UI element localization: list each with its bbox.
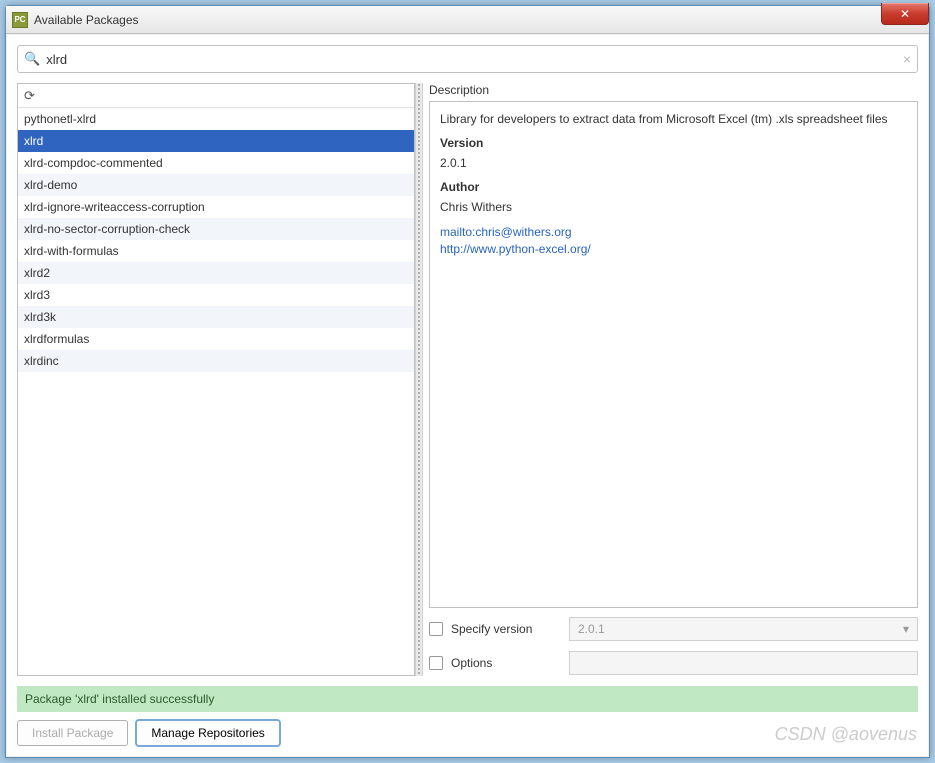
description-panel: Description Library for developers to ex…: [423, 83, 918, 676]
content-area: 🔍 × ⟳ pythonetl-xlrdxlrdxlrd-compdoc-com…: [7, 35, 928, 756]
close-icon: ✕: [900, 7, 910, 21]
main-split: ⟳ pythonetl-xlrdxlrdxlrd-compdoc-comment…: [17, 83, 918, 676]
version-select-value: 2.0.1: [578, 622, 605, 636]
button-row: Install Package Manage Repositories: [17, 720, 918, 746]
description-link[interactable]: mailto:chris@withers.org: [440, 224, 907, 241]
close-button[interactable]: ✕: [881, 3, 929, 25]
options-label: Options: [451, 656, 561, 670]
chevron-down-icon: ▾: [903, 622, 909, 636]
install-package-button[interactable]: Install Package: [17, 720, 128, 746]
list-item[interactable]: xlrd-no-sector-corruption-check: [18, 218, 414, 240]
description-summary: Library for developers to extract data f…: [440, 112, 907, 126]
links-block: mailto:chris@withers.orghttp://www.pytho…: [440, 224, 907, 258]
list-item[interactable]: xlrd3: [18, 284, 414, 306]
specify-version-checkbox[interactable]: [429, 622, 443, 636]
version-value: 2.0.1: [440, 156, 907, 170]
description-header: Description: [429, 83, 918, 97]
description-link[interactable]: http://www.python-excel.org/: [440, 241, 907, 258]
titlebar[interactable]: PC Available Packages ✕: [6, 6, 929, 34]
list-item[interactable]: xlrd3k: [18, 306, 414, 328]
refresh-icon[interactable]: ⟳: [24, 88, 35, 104]
list-item[interactable]: xlrdformulas: [18, 328, 414, 350]
author-value: Chris Withers: [440, 200, 907, 214]
options-row: Options: [429, 650, 918, 676]
package-list[interactable]: pythonetl-xlrdxlrdxlrd-compdoc-commented…: [18, 108, 414, 675]
window-title: Available Packages: [34, 13, 139, 27]
author-label: Author: [440, 180, 907, 194]
manage-repositories-button[interactable]: Manage Repositories: [136, 720, 279, 746]
search-icon: 🔍: [24, 51, 40, 67]
list-item[interactable]: xlrd2: [18, 262, 414, 284]
splitter[interactable]: [415, 83, 423, 676]
list-item[interactable]: xlrd-demo: [18, 174, 414, 196]
app-icon: PC: [12, 12, 28, 28]
search-input[interactable]: [46, 52, 903, 67]
description-box: Library for developers to extract data f…: [429, 101, 918, 608]
version-label: Version: [440, 136, 907, 150]
specify-version-row: Specify version 2.0.1 ▾: [429, 616, 918, 642]
package-list-panel: ⟳ pythonetl-xlrdxlrdxlrd-compdoc-comment…: [17, 83, 415, 676]
dialog-window: PC Available Packages ✕ 🔍 × ⟳ pythonetl-…: [5, 5, 930, 758]
clear-icon[interactable]: ×: [903, 51, 911, 67]
list-item[interactable]: xlrd-compdoc-commented: [18, 152, 414, 174]
list-item[interactable]: xlrd: [18, 130, 414, 152]
refresh-row: ⟳: [18, 84, 414, 108]
list-item[interactable]: pythonetl-xlrd: [18, 108, 414, 130]
specify-version-label: Specify version: [451, 622, 561, 636]
list-item[interactable]: xlrdinc: [18, 350, 414, 372]
status-bar: Package 'xlrd' installed successfully: [17, 686, 918, 712]
list-item[interactable]: xlrd-ignore-writeaccess-corruption: [18, 196, 414, 218]
version-select[interactable]: 2.0.1 ▾: [569, 617, 918, 641]
options-input[interactable]: [569, 651, 918, 675]
list-item[interactable]: xlrd-with-formulas: [18, 240, 414, 262]
options-checkbox[interactable]: [429, 656, 443, 670]
search-field[interactable]: 🔍 ×: [17, 45, 918, 73]
